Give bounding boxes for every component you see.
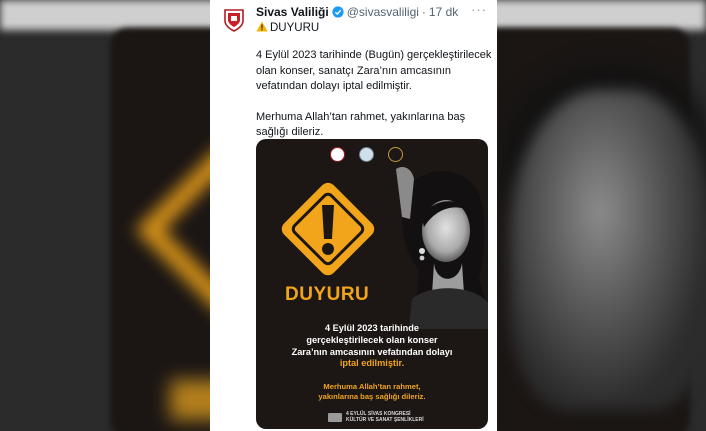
tweet-card[interactable]: Sivas Valiliği @sivasvaliligi · 17 dk ··…: [210, 0, 497, 431]
avatar-icon[interactable]: [223, 8, 245, 32]
account-handle[interactable]: @sivasvaliligi: [347, 5, 419, 19]
poster-line-3: Zara’nın amcasının vefatından dolayı: [291, 346, 453, 357]
poster-main-text: 4 Eylül 2023 tarihinde gerçekleştirilece…: [256, 323, 488, 370]
tweet-title: DUYURU: [256, 21, 319, 35]
verified-badge-icon: [332, 6, 344, 18]
background-face-shape: [510, 90, 706, 410]
congress-logo-icon: [328, 412, 342, 422]
tweet-time[interactable]: 17 dk: [429, 5, 458, 19]
poster-sub-text: Merhuma Allah’tan rahmet, yakınlarına ba…: [256, 382, 488, 402]
poster-sub-line-2: yakınlarına baş sağlığı dileriz.: [318, 392, 426, 401]
tweet-paragraph-1: 4 Eylül 2023 tarihinde (Bugün) gerçekleş…: [256, 49, 492, 92]
tweet-header: Sivas Valiliği @sivasvaliligi · 17 dk: [256, 5, 458, 19]
tweet-media-poster[interactable]: DUYURU 4 Eylül 2023 tarihinde gerçekleşt…: [256, 139, 488, 429]
tweet-title-text: DUYURU: [270, 22, 320, 34]
separator-dot: ·: [421, 5, 426, 19]
warning-sign-icon: [281, 182, 375, 276]
poster-footer-line-2: KÜLTÜR VE SANAT ŞENLİKLERİ: [346, 417, 424, 423]
poster-footer-text: 4 EYLÜL SİVAS KONGRESİ KÜLTÜR VE SANAT Ş…: [346, 411, 424, 423]
poster-line-1: 4 Eylül 2023 tarihinde: [325, 323, 419, 333]
municipality-logo-icon: [330, 147, 345, 162]
more-icon[interactable]: ···: [471, 2, 487, 17]
governorship-logo-icon: [359, 147, 374, 162]
warning-icon: [256, 21, 268, 35]
poster-line-2: gerçekleştirilecek olan konser: [306, 334, 438, 345]
poster-line-4: iptal edilmiştir.: [339, 358, 405, 369]
artist-photo: [396, 167, 488, 329]
account-name[interactable]: Sivas Valiliği: [256, 5, 329, 19]
tweet-paragraph-2: Merhuma Allah’tan rahmet, yakınlarına ba…: [256, 110, 466, 139]
poster-heading: DUYURU: [285, 284, 370, 305]
poster-footer: 4 EYLÜL SİVAS KONGRESİ KÜLTÜR VE SANAT Ş…: [328, 411, 424, 423]
poster-sub-line-1: Merhuma Allah’tan rahmet,: [323, 382, 421, 391]
